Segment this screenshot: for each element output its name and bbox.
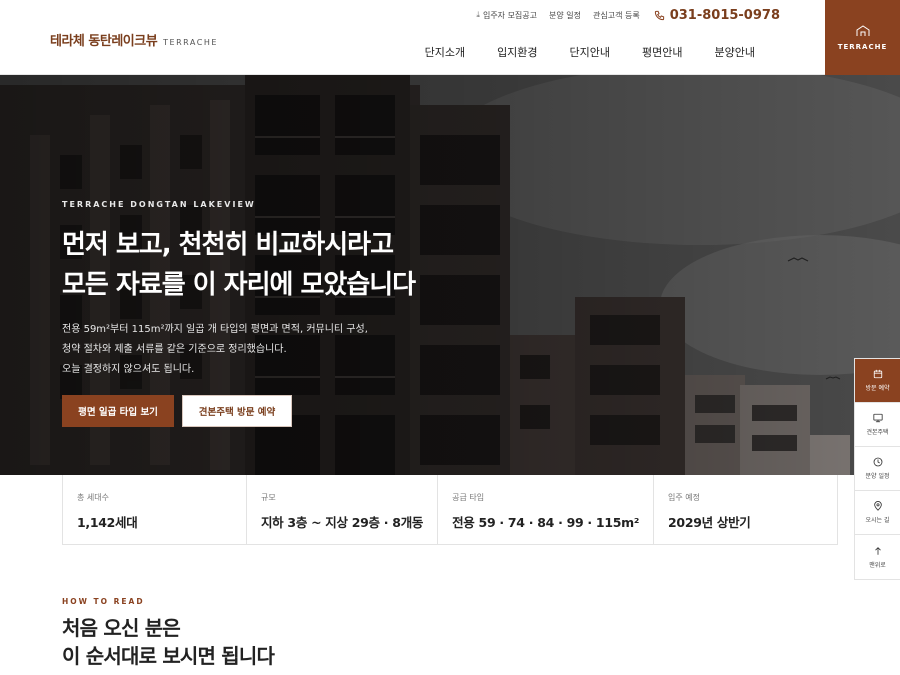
book-visit-button[interactable]: 견본주택 방문 예약 [182, 395, 292, 427]
logo-text: 테라체 동탄레이크뷰 [50, 34, 158, 49]
util-link-announcement[interactable]: ⤓ 입주자 모집공고 [476, 10, 537, 21]
stat-label: 총 세대수 [77, 493, 109, 502]
brand-box[interactable]: TERRACHE [825, 0, 900, 75]
nav-item-location[interactable]: 입지환경 [497, 44, 537, 60]
view-floor-plans-button[interactable]: 평면 일곱 타입 보기 [62, 395, 174, 427]
arrow-up-icon [874, 546, 881, 555]
logo-english: TERRACHE [163, 38, 218, 47]
section-eyebrow: HOW TO READ [62, 597, 145, 606]
house-icon [856, 24, 869, 36]
hero-title-line-2: 모든 자료를 이 자리에 모았습니다 [62, 270, 416, 300]
stat-move-in: 입주 예정 2029년 상반기 [654, 475, 837, 544]
hero-description: 전용 59m²부터 115m²까지 일곱 개 타입의 평면과 면적, 커뮤니티 … [62, 320, 368, 380]
nav-item-sales[interactable]: 분양안내 [715, 44, 755, 60]
quick-model-house[interactable]: 견본주택 [855, 403, 900, 447]
map-pin-icon [873, 501, 882, 511]
logo[interactable]: 테라체 동탄레이크뷰 TERRACHE [50, 30, 218, 49]
hero-banner: TERRACHE DONGTAN LAKEVIEW 먼저 보고, 천천히 비교하… [0, 75, 900, 475]
stat-households: 총 세대수 1,142세대 [63, 475, 247, 544]
download-icon: ⤓ [476, 10, 480, 19]
stat-value: 1,142세대 [77, 515, 138, 530]
quick-menu: 방문 예약 견본주택 분양 일정 오시는 길 맨위로 [854, 358, 900, 580]
hero-eyebrow: TERRACHE DONGTAN LAKEVIEW [62, 200, 256, 209]
util-label: 관심고객 등록 [593, 10, 640, 20]
main-nav: 단지소개 입지환경 단지안내 평면안내 분양안내 [425, 44, 755, 60]
quick-directions[interactable]: 오시는 길 [855, 491, 900, 535]
stat-supply-types: 공급 타입 전용 59 · 74 · 84 · 99 · 115m² [438, 475, 655, 544]
util-link-schedule[interactable]: 분양 일정 [549, 10, 581, 21]
hero-title: 먼저 보고, 천천히 비교하시라고 모든 자료를 이 자리에 모았습니다 [62, 225, 416, 305]
hero-buttons: 평면 일곱 타입 보기 견본주택 방문 예약 [62, 395, 292, 427]
clock-icon [873, 457, 882, 467]
monitor-icon [872, 413, 883, 423]
phone-number: 031-8015-0978 [669, 7, 780, 23]
section-title: 처음 오신 분은 이 순서대로 보시면 됩니다 [62, 614, 275, 670]
stat-label: 입주 예정 [668, 493, 701, 502]
quick-label: 분양 일정 [865, 473, 890, 480]
hero-desc-line-2: 청약 절차와 제출 서류를 같은 기준으로 정리했습니다. [62, 344, 287, 355]
util-label: 입주자 모집공고 [482, 10, 538, 20]
nav-item-complex-guide[interactable]: 단지안내 [570, 44, 610, 60]
stat-value: 2029년 상반기 [668, 515, 751, 530]
quick-back-to-top[interactable]: 맨위로 [855, 535, 900, 579]
stat-value: 지하 3층 ~ 지상 29층 · 8개동 [260, 515, 424, 530]
stat-value: 전용 59 · 74 · 84 · 99 · 115m² [452, 515, 640, 530]
stat-label: 규모 [260, 493, 276, 502]
stat-label: 공급 타입 [452, 493, 485, 502]
section-title-line-2: 이 순서대로 보시면 됩니다 [62, 644, 275, 668]
phone-icon [654, 10, 664, 20]
key-facts: 총 세대수 1,142세대 규모 지하 3층 ~ 지상 29층 · 8개동 공급… [62, 475, 838, 545]
util-label: 분양 일정 [549, 10, 581, 20]
section-title-line-1: 처음 오신 분은 [62, 616, 181, 640]
quick-label: 맨위로 [869, 561, 886, 569]
hero-title-line-1: 먼저 보고, 천천히 비교하시라고 [62, 230, 394, 260]
quick-sales-schedule[interactable]: 분양 일정 [855, 447, 900, 491]
stat-scale: 규모 지하 3층 ~ 지상 29층 · 8개동 [247, 475, 439, 544]
brand-box-label: TERRACHE [837, 42, 888, 51]
site-header: 테라체 동탄레이크뷰 TERRACHE ⤓ 입주자 모집공고 분양 일정 관심고… [0, 0, 900, 75]
nav-item-complex-intro[interactable]: 단지소개 [425, 44, 465, 60]
utility-bar: ⤓ 입주자 모집공고 분양 일정 관심고객 등록 031-8015-0978 [476, 6, 780, 24]
util-link-register[interactable]: 관심고객 등록 [593, 10, 640, 21]
hero-desc-line-3: 오늘 결정하지 않으셔도 됩니다. [62, 364, 195, 375]
calendar-icon [873, 369, 882, 379]
quick-visit-reservation[interactable]: 방문 예약 [855, 359, 900, 403]
quick-label: 견본주택 [866, 429, 889, 436]
phone-link[interactable]: 031-8015-0978 [654, 8, 780, 23]
quick-label: 방문 예약 [865, 385, 890, 392]
quick-label: 오시는 길 [865, 517, 890, 524]
hero-desc-line-1: 전용 59m²부터 115m²까지 일곱 개 타입의 평면과 면적, 커뮤니티 … [62, 324, 368, 335]
nav-item-floor-plan[interactable]: 평면안내 [642, 44, 682, 60]
